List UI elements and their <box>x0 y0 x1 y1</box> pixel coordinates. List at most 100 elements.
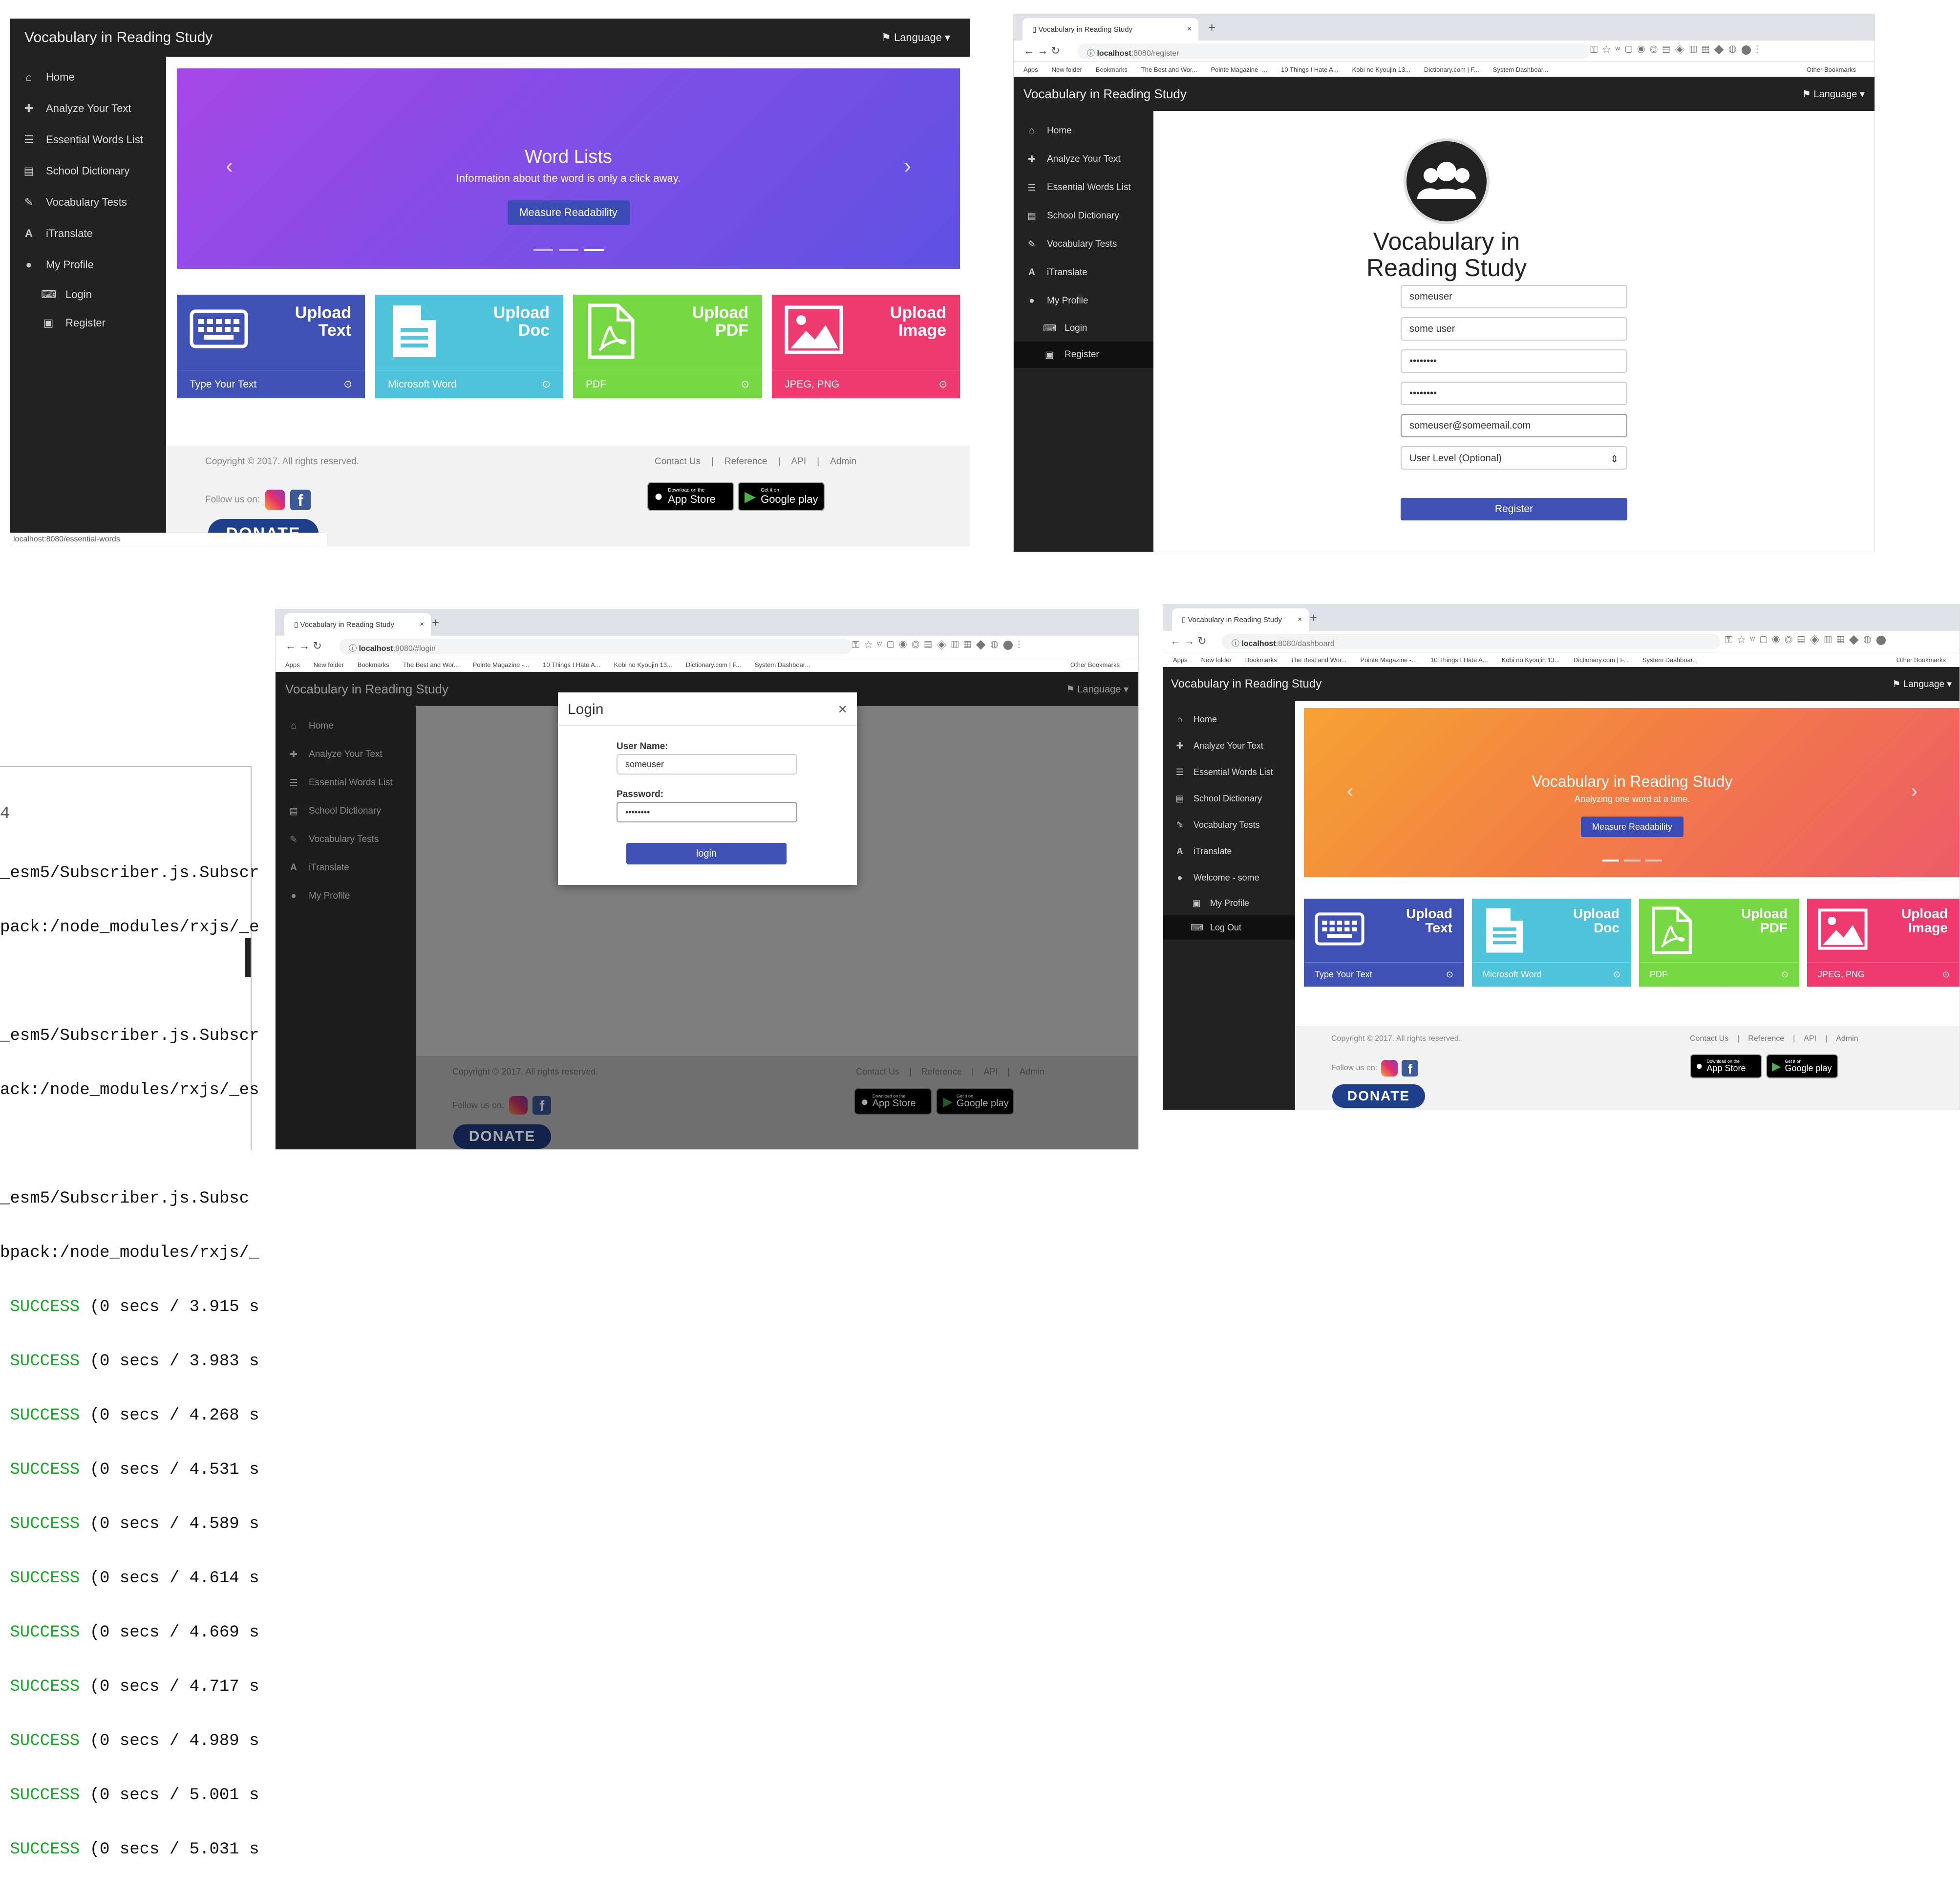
close-tab-icon[interactable]: × <box>1187 25 1192 33</box>
sidebar-item-essential[interactable]: ☰ Essential Words List <box>1163 759 1295 785</box>
upload-text-card[interactable]: Upload Text Type Your Text ⊙ <box>177 295 365 398</box>
sidebar-item-essential[interactable]: ☰ Essential Words List <box>1014 173 1153 202</box>
contact-link[interactable]: Contact Us <box>1690 1034 1728 1043</box>
bookmark[interactable]: Pointe Magazine -... <box>1211 66 1267 73</box>
bookmark[interactable]: System Dashboar... <box>1493 66 1548 73</box>
extensions-icon[interactable]: ⚿☆ʷ▢◉◎▤◈▥▦◆◍⬤⋮ <box>1590 44 1763 56</box>
app-title[interactable]: Vocabulary in Reading Study <box>1023 86 1187 102</box>
sidebar-item-tests[interactable]: ✎ Vocabulary Tests <box>276 825 416 854</box>
terminal-scrollbar[interactable] <box>245 938 251 977</box>
bookmark[interactable]: Apps <box>1173 656 1188 664</box>
sidebar-item-register[interactable]: ▣ Register <box>1014 342 1153 368</box>
bookmark[interactable]: 10 Things I Hate A... <box>1430 656 1488 664</box>
sidebar-item-login[interactable]: ⌨ Login <box>1014 315 1153 342</box>
carousel-indicator[interactable] <box>533 249 553 251</box>
close-icon[interactable]: × <box>838 700 847 718</box>
api-link[interactable]: API <box>791 456 807 467</box>
donate-button[interactable]: DONATE <box>453 1124 551 1149</box>
address-bar[interactable]: ⓘ localhost:8080/register <box>1077 43 1590 59</box>
bookmark[interactable]: New folder <box>1052 66 1082 73</box>
bookmark[interactable]: New folder <box>1201 656 1232 664</box>
language-dropdown[interactable]: ⚑ Language ▾ <box>1066 683 1129 695</box>
instagram-icon[interactable] <box>1381 1060 1398 1077</box>
extensions-icon[interactable]: ⚿☆ʷ▢◉◎▤◈▥▦◆◍⬤ <box>1725 635 1891 646</box>
bookmark[interactable]: Kobi no Kyoujin 13... <box>614 661 672 668</box>
sidebar-item-dictionary[interactable]: ▤ School Dictionary <box>276 797 416 825</box>
bookmark[interactable]: Pointe Magazine -... <box>472 661 529 668</box>
measure-readability-button[interactable]: Measure Readability <box>1581 817 1683 837</box>
facebook-icon[interactable]: f <box>1402 1060 1419 1077</box>
sidebar-item-logout[interactable]: ⌨ Log Out <box>1163 915 1295 940</box>
bookmark[interactable]: New folder <box>314 661 344 668</box>
sidebar-item-dictionary[interactable]: ▤ School Dictionary <box>1014 202 1153 230</box>
nav-buttons-icon[interactable]: ← → ↻ <box>1023 44 1060 57</box>
sidebar-item-welcome[interactable]: ● Welcome - some <box>1163 864 1295 891</box>
bookmark[interactable]: 10 Things I Hate A... <box>543 661 600 668</box>
sidebar-item-register[interactable]: ▣ Register <box>10 309 166 337</box>
bookmark[interactable]: Dictionary.com | F... <box>1424 66 1479 73</box>
language-dropdown[interactable]: ⚑ Language ▾ <box>1892 679 1952 690</box>
facebook-icon[interactable]: f <box>290 490 311 510</box>
upload-pdf-card[interactable]: Upload PDF PDF ⊙ <box>1639 899 1799 987</box>
bookmark[interactable]: Dictionary.com | F... <box>1574 656 1629 664</box>
sidebar-item-home[interactable]: ⌂ Home <box>1014 117 1153 145</box>
new-tab-icon[interactable]: + <box>1208 20 1215 35</box>
other-bookmarks[interactable]: Other Bookmarks <box>1070 661 1120 668</box>
sidebar-item-analyze[interactable]: ✚ Analyze Your Text <box>276 740 416 769</box>
bookmark[interactable]: The Best and Wor... <box>1291 656 1347 664</box>
bookmark[interactable]: System Dashboar... <box>1642 656 1698 664</box>
sidebar-item-essential[interactable]: ☰ Essential Words List <box>276 769 416 797</box>
upload-image-card[interactable]: Upload Image JPEG, PNG ⊙ <box>1807 899 1960 987</box>
sidebar-item-my-profile[interactable]: ▣ My Profile <box>1163 891 1295 915</box>
bookmark[interactable]: The Best and Wor... <box>1141 66 1197 73</box>
carousel-indicator[interactable] <box>1645 860 1662 861</box>
sidebar-item-home[interactable]: ⌂ Home <box>10 62 166 93</box>
app-title[interactable]: Vocabulary in Reading Study <box>1171 677 1321 691</box>
sidebar-item-profile[interactable]: ● My Profile <box>10 249 166 280</box>
sidebar-item-itranslate[interactable]: AiTranslate <box>1163 838 1295 864</box>
other-bookmarks[interactable]: Other Bookmarks <box>1896 656 1946 664</box>
app-store-badge[interactable]: ● Download on the App Store <box>1690 1054 1762 1078</box>
username-input[interactable] <box>617 754 797 775</box>
bookmark[interactable]: Dictionary.com | F... <box>686 661 741 668</box>
facebook-icon[interactable]: f <box>533 1096 552 1115</box>
api-link[interactable]: API <box>1804 1034 1816 1043</box>
close-tab-icon[interactable]: × <box>1298 615 1302 624</box>
browser-tab[interactable]: ▯ Vocabulary in Reading Study × <box>1023 18 1198 41</box>
nav-buttons-icon[interactable]: ← → ↻ <box>285 640 322 652</box>
instagram-icon[interactable] <box>509 1096 528 1115</box>
admin-link[interactable]: Admin <box>1020 1067 1044 1077</box>
sidebar-item-essential[interactable]: ☰ Essential Words List <box>10 124 166 155</box>
bookmark[interactable]: Bookmarks <box>1096 66 1128 73</box>
sidebar-item-home[interactable]: ⌂ Home <box>1163 706 1295 732</box>
sidebar-item-analyze[interactable]: ✚ Analyze Your Text <box>1014 145 1153 173</box>
reference-link[interactable]: Reference <box>1748 1034 1784 1043</box>
password-input[interactable] <box>617 802 797 822</box>
app-store-badge[interactable]: ● Download on the App Store <box>647 482 734 511</box>
bookmark[interactable]: Apps <box>285 661 300 668</box>
email-field[interactable] <box>1401 414 1627 437</box>
register-button[interactable]: Register <box>1401 498 1627 520</box>
bookmark[interactable]: Kobi no Kyoujin 13... <box>1502 656 1560 664</box>
sidebar-item-login[interactable]: ⌨ Login <box>10 280 166 309</box>
carousel-indicator[interactable] <box>584 249 604 251</box>
contact-link[interactable]: Contact Us <box>655 456 701 467</box>
nav-buttons-icon[interactable]: ← → ↻ <box>1170 635 1207 647</box>
contact-link[interactable]: Contact Us <box>856 1067 899 1077</box>
sidebar-item-itranslate[interactable]: AiTranslate <box>1014 258 1153 287</box>
sidebar-item-profile[interactable]: ● My Profile <box>1014 287 1153 315</box>
carousel-indicator[interactable] <box>558 249 578 251</box>
upload-doc-card[interactable]: Upload Doc Microsoft Word ⊙ <box>1472 899 1631 987</box>
bookmark[interactable]: The Best and Wor... <box>403 661 459 668</box>
upload-pdf-card[interactable]: Upload PDF PDF ⊙ <box>573 295 762 398</box>
browser-tab[interactable]: ▯ Vocabulary in Reading Study × <box>284 613 431 636</box>
upload-doc-card[interactable]: Upload Doc Microsoft Word ⊙ <box>375 295 563 398</box>
upload-image-card[interactable]: Upload Image JPEG, PNG ⊙ <box>772 295 960 398</box>
carousel-indicator[interactable] <box>1602 860 1619 861</box>
google-play-badge[interactable]: ▶ Get it on Google play <box>738 482 825 511</box>
sidebar-item-tests[interactable]: ✎ Vocabulary Tests <box>1014 230 1153 258</box>
admin-link[interactable]: Admin <box>830 456 856 467</box>
sidebar-item-dictionary[interactable]: ▤ School Dictionary <box>10 155 166 187</box>
sidebar-item-dictionary[interactable]: ▤ School Dictionary <box>1163 785 1295 812</box>
address-bar[interactable]: ⓘ localhost:8080/#login <box>339 639 852 654</box>
